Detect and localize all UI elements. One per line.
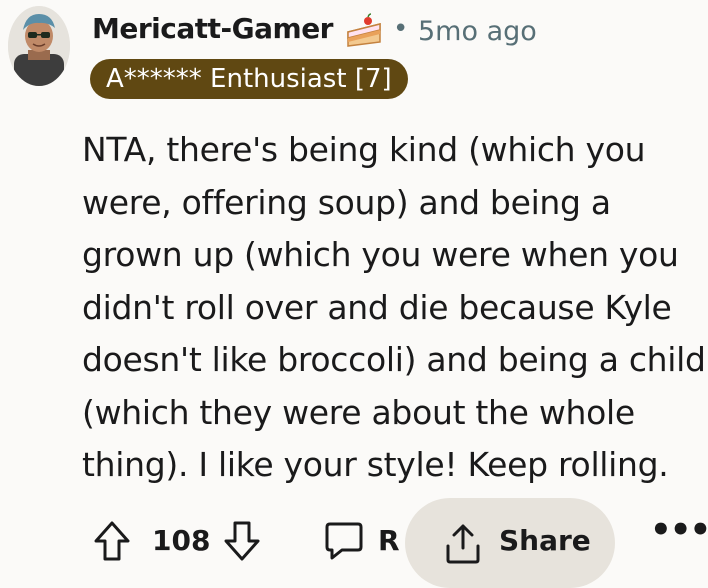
reply-label[interactable]: R xyxy=(378,524,400,557)
share-label: Share xyxy=(499,524,591,557)
comment-icon xyxy=(325,522,363,560)
share-icon xyxy=(443,522,483,566)
downvote-button[interactable] xyxy=(222,519,262,563)
more-options-button[interactable]: ••• xyxy=(650,510,708,550)
avatar-icon xyxy=(8,6,70,86)
username[interactable]: Mericatt-Gamer xyxy=(92,12,334,45)
reply-button[interactable] xyxy=(324,520,364,562)
upvote-button[interactable] xyxy=(92,519,132,563)
avatar[interactable] xyxy=(8,6,70,86)
comment-body: NTA, there's being kind (which you were,… xyxy=(82,130,706,484)
user-flair: A****** Enthusiast [7] xyxy=(90,59,408,99)
cake-day-icon xyxy=(344,12,384,50)
timestamp[interactable]: 5mo ago xyxy=(418,16,537,47)
upvote-icon xyxy=(94,521,130,561)
separator-dot: • xyxy=(393,14,409,44)
share-button[interactable]: Share xyxy=(405,498,615,588)
downvote-icon xyxy=(224,521,260,561)
vote-score: 108 xyxy=(152,524,211,557)
